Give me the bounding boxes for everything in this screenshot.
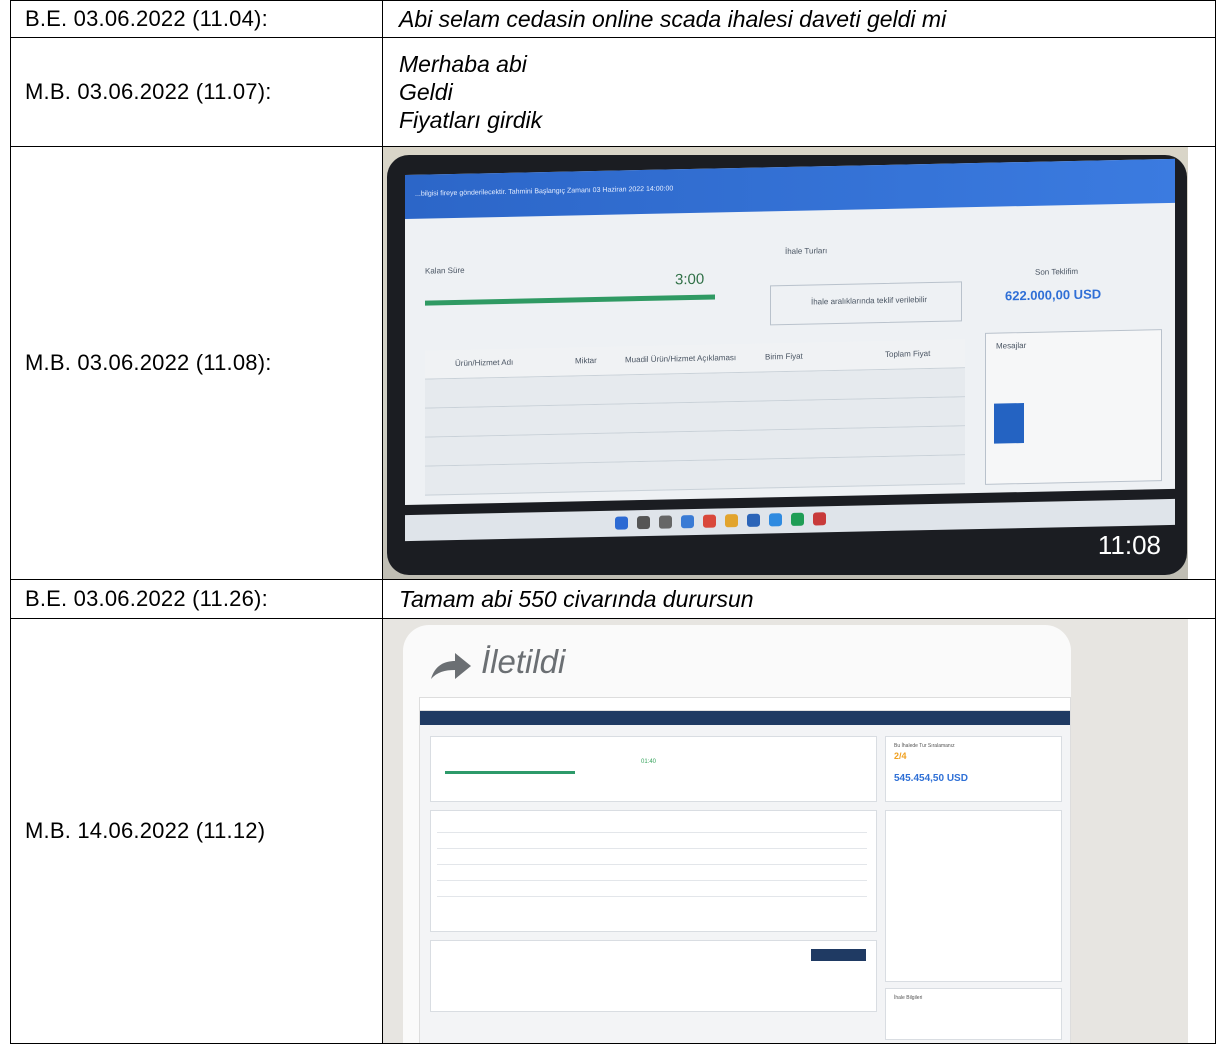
sender-date-cell: M.B. 14.06.2022 (11.12) bbox=[10, 618, 383, 1044]
table-row bbox=[437, 823, 867, 833]
round-label: Bu İhalede Tur Sıralamanız bbox=[894, 743, 955, 749]
sender-date-cell: B.E. 03.06.2022 (11.04): bbox=[10, 0, 383, 38]
countdown-timer: 01:40 bbox=[641, 759, 657, 765]
app-icon bbox=[747, 513, 760, 527]
log-row: M.B. 03.06.2022 (11.07): Merhaba abi Gel… bbox=[10, 37, 1216, 147]
app-icon bbox=[813, 512, 826, 526]
screenshot-cell: ...bilgisi fireye gönderilecektir. Tahmi… bbox=[382, 146, 1216, 580]
forward-icon bbox=[431, 653, 471, 679]
message-text: Tamam abi 550 civarında durursun bbox=[399, 586, 754, 612]
col-header: Ürün/Hizmet Adı bbox=[455, 357, 514, 368]
app-icon bbox=[769, 513, 782, 527]
last-offer-value: 545.454,50 USD bbox=[894, 773, 968, 784]
folder-icon bbox=[725, 514, 738, 528]
message-text: Fiyatları girdik bbox=[399, 107, 543, 133]
app-icon bbox=[791, 512, 804, 526]
forwarded-label: İletildi bbox=[481, 643, 566, 680]
sender-date-cell: B.E. 03.06.2022 (11.26): bbox=[10, 579, 383, 619]
status-card: 01:40 bbox=[430, 736, 877, 802]
table-row bbox=[437, 839, 867, 849]
offer-card: Bu İhalede Tur Sıralamanız 2/4 545.454,5… bbox=[885, 736, 1062, 802]
submit-offer-button[interactable] bbox=[811, 949, 866, 961]
time-progress-bar bbox=[445, 771, 575, 774]
round-value: 2/4 bbox=[894, 751, 907, 761]
laptop-screen: ...bilgisi fireye gönderilecektir. Tahmi… bbox=[405, 158, 1175, 506]
note-text: İhale aralıklarında teklif verilebilir bbox=[811, 295, 928, 307]
col-header: Birim Fiyat bbox=[765, 351, 803, 362]
table-row bbox=[437, 871, 867, 881]
col-header: Miktar bbox=[575, 355, 597, 366]
offer-form bbox=[430, 940, 877, 1012]
countdown-timer: 3:00 bbox=[675, 270, 705, 289]
messages-panel bbox=[885, 810, 1062, 982]
start-icon bbox=[615, 516, 628, 530]
message-cell: Tamam abi 550 civarında durursun bbox=[382, 579, 1216, 619]
forwarded-photo: İletildi 01:40 Bu İhalede Tur Sıralamanı… bbox=[383, 619, 1188, 1043]
banner-text: ...bilgisi fireye gönderilecektir. Tahmi… bbox=[415, 185, 674, 198]
image-bubble: İletildi 01:40 Bu İhalede Tur Sıralamanı… bbox=[403, 625, 1071, 1043]
screenshot-cell: İletildi 01:40 Bu İhalede Tur Sıralamanı… bbox=[382, 618, 1216, 1044]
messages-panel: Mesajlar bbox=[985, 329, 1162, 485]
message-timestamp: 11:08 bbox=[1097, 530, 1161, 560]
info-icon bbox=[994, 403, 1024, 444]
round-label: İhale Turları bbox=[785, 246, 828, 257]
time-progress-bar bbox=[425, 294, 715, 306]
last-offer-value: 622.000,00 USD bbox=[1005, 286, 1102, 304]
panel-title: İhale Bilgileri bbox=[894, 995, 923, 1001]
items-table: Ürün/Hizmet Adı Miktar Muadil Ürün/Hizme… bbox=[425, 339, 965, 496]
log-row: M.B. 03.06.2022 (11.08): ...bilgisi fire… bbox=[10, 146, 1216, 580]
taskbar bbox=[405, 498, 1175, 542]
app-icon bbox=[681, 515, 694, 529]
message-text: Merhaba abi bbox=[399, 51, 527, 77]
message-timestamp: 11:12 bbox=[982, 1010, 1041, 1037]
message-cell: Abi selam cedasin online scada ihalesi d… bbox=[382, 0, 1216, 38]
browser-icon bbox=[703, 514, 716, 528]
image-bubble: ...bilgisi fireye gönderilecektir. Tahmi… bbox=[387, 155, 1187, 575]
info-note: İhale aralıklarında teklif verilebilir bbox=[770, 281, 962, 326]
log-row: B.E. 03.06.2022 (11.04): Abi selam cedas… bbox=[10, 0, 1216, 38]
message-text: Abi selam cedasin online scada ihalesi d… bbox=[399, 6, 947, 32]
last-offer-label: Son Teklifim bbox=[1035, 266, 1078, 277]
info-banner: ...bilgisi fireye gönderilecektir. Tahmi… bbox=[405, 158, 1175, 219]
task-view-icon bbox=[659, 515, 672, 529]
panel-title: Mesajlar bbox=[996, 340, 1027, 351]
message-text: Geldi bbox=[399, 79, 453, 105]
remaining-time-label: Kalan Süre bbox=[425, 265, 465, 276]
search-icon bbox=[637, 515, 650, 530]
log-row: M.B. 14.06.2022 (11.12) İletildi 01:40 B… bbox=[10, 618, 1216, 1044]
col-header: Muadil Ürün/Hizmet Açıklaması bbox=[625, 353, 737, 365]
address-bar bbox=[420, 698, 1070, 711]
items-table bbox=[430, 810, 877, 932]
laptop-photo: ...bilgisi fireye gönderilecektir. Tahmi… bbox=[383, 147, 1188, 579]
table-row bbox=[437, 855, 867, 865]
forwarded-screenshot: 01:40 Bu İhalede Tur Sıralamanız 2/4 545… bbox=[419, 697, 1071, 1043]
col-header: Toplam Fiyat bbox=[885, 348, 931, 359]
sender-date-cell: M.B. 03.06.2022 (11.07): bbox=[10, 37, 383, 147]
log-row: B.E. 03.06.2022 (11.26): Tamam abi 550 c… bbox=[10, 579, 1216, 619]
site-navbar bbox=[420, 711, 1070, 725]
message-cell: Merhaba abi Geldi Fiyatları girdik bbox=[382, 37, 1216, 147]
message-log-table: B.E. 03.06.2022 (11.04): Abi selam cedas… bbox=[10, 0, 1216, 1044]
sender-date-cell: M.B. 03.06.2022 (11.08): bbox=[10, 146, 383, 580]
table-row bbox=[437, 887, 867, 897]
